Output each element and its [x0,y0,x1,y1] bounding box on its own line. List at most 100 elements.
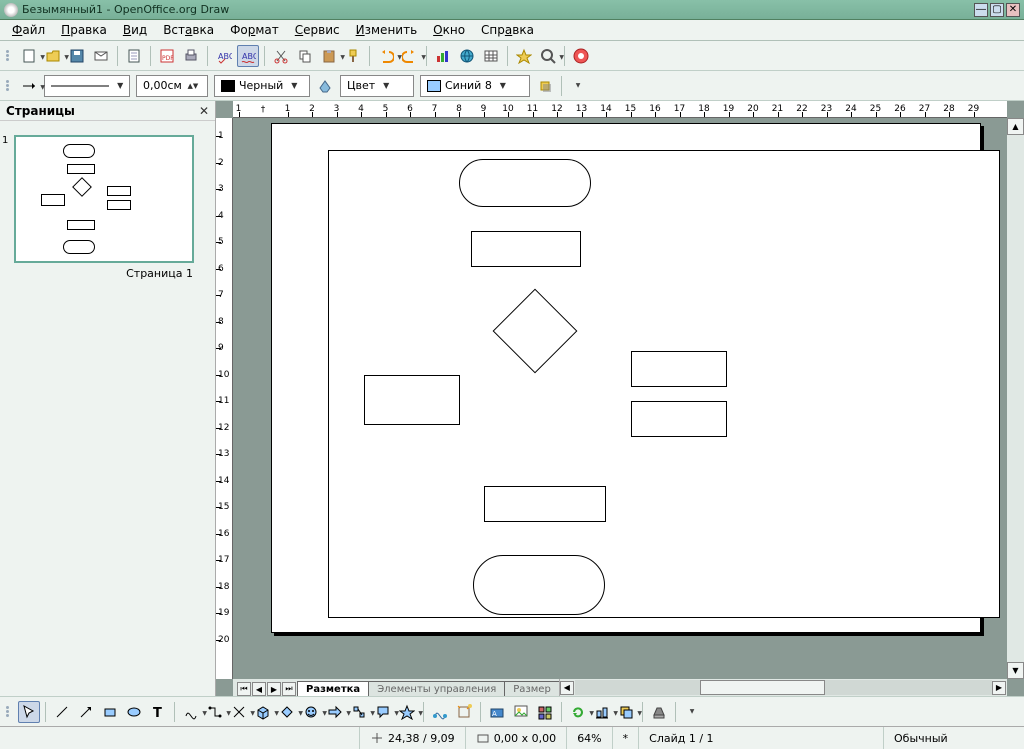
shadow-button[interactable] [534,75,556,97]
3d-objects-tool[interactable]: ▼ [252,701,274,723]
fontwork-tool[interactable]: A [486,701,508,723]
copy-button[interactable] [294,45,316,67]
shape-rect-right-1[interactable] [631,351,727,387]
menu-modify[interactable]: Изменить [348,21,426,39]
shape-rect-1[interactable] [471,231,581,267]
page-thumbnail[interactable] [14,135,194,263]
scroll-left-button[interactable]: ◀ [560,681,574,695]
stars-tool[interactable]: ▼ [396,701,418,723]
menu-window[interactable]: Окно [425,21,473,39]
menu-file[interactable]: Файл [4,21,53,39]
fill-type-combo[interactable]: Цвет ▼ [340,75,414,97]
points-tool[interactable] [429,701,451,723]
text-tool[interactable]: T [147,701,169,723]
tab-nav-first[interactable]: ⏮ [237,682,251,696]
email-button[interactable] [90,45,112,67]
tab-nav-last[interactable]: ⏭ [282,682,296,696]
shape-diamond[interactable] [493,289,578,374]
shape-pill-top[interactable] [459,159,591,207]
select-tool[interactable] [18,701,40,723]
menu-view[interactable]: Вид [115,21,155,39]
save-button[interactable] [66,45,88,67]
canvas-viewport[interactable] [233,118,1007,679]
rectangle-tool[interactable] [99,701,121,723]
glue-points-tool[interactable] [453,701,475,723]
horizontal-scrollbar[interactable]: ◀ ▶ [559,679,1007,696]
print-button[interactable] [180,45,202,67]
navigator-button[interactable] [513,45,535,67]
align-tool[interactable]: ▼ [591,701,613,723]
export-pdf-button[interactable]: PDF [156,45,178,67]
tab-controls[interactable]: Элементы управления [368,681,505,696]
tab-nav-prev[interactable]: ◀ [252,682,266,696]
callouts-tool[interactable]: ▼ [372,701,394,723]
ellipse-tool[interactable] [123,701,145,723]
gallery-tool[interactable] [534,701,556,723]
toolbar-overflow[interactable]: ▼ [681,701,703,723]
close-button[interactable]: ✕ [1006,3,1020,17]
tab-layout[interactable]: Разметка [297,681,369,696]
menu-help[interactable]: Справка [473,21,542,39]
menu-tools[interactable]: Сервис [287,21,348,39]
help-button[interactable] [570,45,592,67]
open-button[interactable]: ▼ [42,45,64,67]
flowchart-tool[interactable]: ▼ [348,701,370,723]
area-style-button[interactable] [314,75,336,97]
toolbar-handle[interactable] [6,45,13,67]
shape-rect-left[interactable] [364,375,460,425]
new-button[interactable]: ▼ [18,45,40,67]
spellcheck-button[interactable]: ABC [213,45,235,67]
chart-button[interactable] [432,45,454,67]
line-tool[interactable] [51,701,73,723]
vertical-scrollbar[interactable]: ▲ ▼ [1007,118,1024,679]
status-zoom[interactable]: 64% [567,727,612,749]
zoom-button[interactable]: ▼ [537,45,559,67]
shape-pill-bottom[interactable] [473,555,605,615]
connector-tool[interactable]: ▼ [204,701,226,723]
rotate-tool[interactable]: ▼ [567,701,589,723]
menu-format[interactable]: Формат [222,21,287,39]
menu-edit[interactable]: Правка [53,21,115,39]
scroll-right-button[interactable]: ▶ [992,681,1006,695]
toolbar-handle[interactable] [6,701,13,723]
format-paintbrush-button[interactable] [342,45,364,67]
minimize-button[interactable]: ― [974,3,988,17]
scroll-down-button[interactable]: ▼ [1007,662,1024,679]
curve-tool[interactable]: ▼ [180,701,202,723]
basic-shapes-tool[interactable]: ▼ [276,701,298,723]
line-style-combo[interactable]: ▼ [44,75,130,97]
toolbar-overflow-button[interactable]: ▼ [567,75,589,97]
fill-color-combo[interactable]: Синий 8 ▼ [420,75,530,97]
tab-dimensions[interactable]: Размер [504,681,560,696]
shape-rect-2[interactable] [484,486,606,522]
vertical-ruler[interactable]: 1234567891011121314151617181920 [216,118,233,679]
drawing-page[interactable] [271,123,981,633]
cut-button[interactable] [270,45,292,67]
edit-file-button[interactable] [123,45,145,67]
line-color-combo[interactable]: Черный ▼ [214,75,310,97]
pages-panel-close[interactable]: ✕ [199,104,209,118]
menu-insert[interactable]: Вставка [155,21,222,39]
scroll-thumb[interactable] [700,680,825,695]
arrange-tool[interactable]: ▼ [615,701,637,723]
arrow-style-button[interactable]: ▼ [18,75,40,97]
arrow-line-tool[interactable] [75,701,97,723]
autospell-button[interactable]: ABC [237,45,259,67]
table-button[interactable] [480,45,502,67]
tab-nav-next[interactable]: ▶ [267,682,281,696]
scroll-up-button[interactable]: ▲ [1007,118,1024,135]
paste-button[interactable]: ▼ [318,45,340,67]
line-width-combo[interactable]: 0,00см ▲▼ [136,75,208,97]
from-file-tool[interactable] [510,701,532,723]
lines-arrows-tool[interactable]: ▼ [228,701,250,723]
hyperlink-button[interactable] [456,45,478,67]
symbol-shapes-tool[interactable]: ▼ [300,701,322,723]
shape-rect-right-2[interactable] [631,401,727,437]
extrusion-tool[interactable] [648,701,670,723]
block-arrows-tool[interactable]: ▼ [324,701,346,723]
undo-button[interactable]: ▼ [375,45,397,67]
horizontal-ruler[interactable]: 2112345678910111213141516171819202122232… [233,101,1007,118]
toolbar-handle[interactable] [6,75,13,97]
maximize-button[interactable]: ▢ [990,3,1004,17]
redo-button[interactable]: ▼ [399,45,421,67]
